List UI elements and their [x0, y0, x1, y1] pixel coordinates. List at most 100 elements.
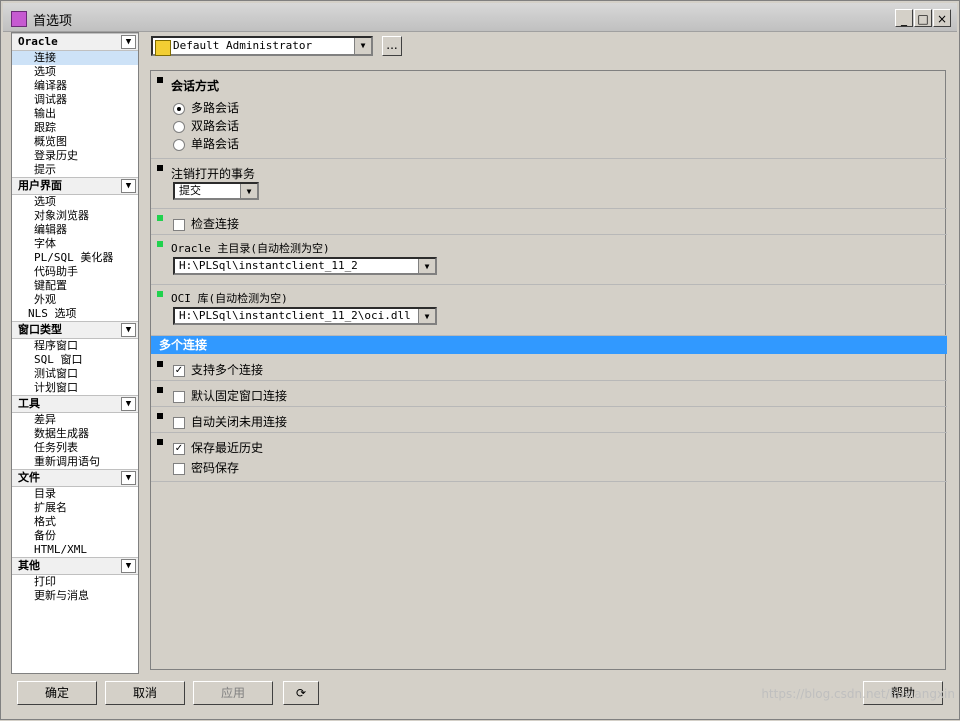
sidebar-item[interactable]: 任务列表 [12, 441, 138, 455]
select-value: H:\PLSql\instantclient_11_2 [179, 259, 358, 272]
sidebar-group-header[interactable]: Oracle ▼ [12, 33, 138, 51]
sidebar-item[interactable]: 更新与消息 [12, 589, 138, 603]
section-marker [157, 241, 163, 247]
checkbox-box[interactable]: ✓ [173, 364, 185, 377]
maximize-button[interactable]: □ [914, 9, 932, 27]
apply-button[interactable]: 应用 [193, 681, 273, 705]
auto-close-unused-checkbox[interactable]: 自动关闭未用连接 [173, 413, 287, 430]
settings-panel: 会话方式 多路会话 双路会话 单路会话 注销打开的事务 提交 ▼ 检查连接 Or… [150, 70, 947, 670]
chevron-down-icon[interactable]: ▼ [418, 259, 435, 273]
sidebar-item[interactable]: 计划窗口 [12, 381, 138, 395]
checkbox-box[interactable]: ✓ [173, 442, 185, 455]
watermark: https://blog.csdn.net/liuxiangxin [761, 687, 955, 701]
preferences-window: 首选项 _ □ × Oracle ▼ 连接 选项 编译器 调试器 输出 跟踪 概览图 登录历史 提示… [0, 0, 960, 720]
session-mode-section: 会话方式 多路会话 双路会话 单路会话 [151, 71, 947, 159]
logout-transactions-title: 注销打开的事务 [171, 167, 256, 181]
radio-button[interactable] [173, 120, 185, 133]
check-connection-checkbox[interactable]: 检查连接 [173, 215, 239, 232]
radio-button[interactable] [173, 138, 185, 151]
history-section: ✓ 保存最近历史 密码保存 [151, 433, 947, 482]
checkbox-box[interactable] [173, 390, 185, 403]
support-multi-connection-checkbox[interactable]: ✓ 支持多个连接 [173, 361, 263, 378]
sidebar-item[interactable]: 测试窗口 [12, 367, 138, 381]
sidebar-group-header[interactable]: 文件 ▼ [12, 469, 138, 487]
fixed-window-connection-checkbox[interactable]: 默认固定窗口连接 [173, 387, 287, 404]
refresh-icon[interactable]: ⟳ [283, 681, 319, 705]
chevron-down-icon[interactable]: ▼ [121, 179, 136, 193]
sidebar-item[interactable]: 数据生成器 [12, 427, 138, 441]
sidebar-item[interactable]: 字体 [12, 237, 138, 251]
session-mode-title: 会话方式 [171, 79, 220, 93]
oci-library-select[interactable]: H:\PLSql\instantclient_11_2\oci.dll ▼ [173, 307, 437, 325]
sidebar-item[interactable]: 备份 [12, 529, 138, 543]
sidebar-item[interactable]: 代码助手 [12, 265, 138, 279]
profile-value: Default Administrator [173, 39, 313, 52]
checkbox-box[interactable] [173, 218, 185, 231]
section-marker [157, 165, 163, 171]
multi-connection-header: 多个连接 [151, 336, 947, 354]
oracle-home-section: Oracle 主目录(自动检测为空) H:\PLSql\instantclien… [151, 235, 947, 285]
radio-multi-session[interactable]: 多路会话 [173, 99, 239, 116]
chevron-down-icon[interactable]: ▼ [121, 471, 136, 485]
sidebar-item[interactable]: 程序窗口 [12, 339, 138, 353]
sidebar-item[interactable]: 编辑器 [12, 223, 138, 237]
sidebar-item[interactable]: 连接 [12, 51, 138, 65]
chevron-down-icon[interactable]: ▼ [121, 559, 136, 573]
sidebar-group-header[interactable]: 窗口类型 ▼ [12, 321, 138, 339]
checkbox-label: 密码保存 [191, 461, 240, 475]
checkbox-box[interactable] [173, 462, 185, 475]
section-marker [157, 291, 163, 297]
sidebar-item[interactable]: 外观 [12, 293, 138, 307]
sidebar-item[interactable]: 对象浏览器 [12, 209, 138, 223]
sidebar-group-header[interactable]: 工具 ▼ [12, 395, 138, 413]
sidebar-group-header[interactable]: 其他 ▼ [12, 557, 138, 575]
app-icon [11, 11, 27, 27]
save-password-checkbox[interactable]: 密码保存 [173, 459, 239, 476]
section-marker [157, 413, 163, 419]
sidebar-item[interactable]: 登录历史 [12, 149, 138, 163]
sidebar-item[interactable]: PL/SQL 美化器 [12, 251, 138, 265]
sidebar-item[interactable]: 选项 [12, 65, 138, 79]
sidebar-item[interactable]: NLS 选项 [12, 307, 138, 321]
profile-select[interactable]: Default Administrator ▼ [151, 36, 373, 56]
sidebar-item[interactable]: 键配置 [12, 279, 138, 293]
profile-options-button[interactable]: ... [382, 36, 402, 56]
sidebar-item[interactable]: 格式 [12, 515, 138, 529]
sidebar-item[interactable]: 选项 [12, 195, 138, 209]
close-button[interactable]: × [933, 9, 951, 27]
sidebar-item[interactable]: 概览图 [12, 135, 138, 149]
sidebar-item[interactable]: 提示 [12, 163, 138, 177]
radio-button[interactable] [173, 102, 185, 115]
sidebar-item[interactable]: 跟踪 [12, 121, 138, 135]
title-bar: 首选项 _ □ × [3, 3, 957, 32]
chevron-down-icon[interactable]: ▼ [418, 309, 435, 323]
sidebar-item[interactable]: 编译器 [12, 79, 138, 93]
radio-dual-session[interactable]: 双路会话 [173, 117, 239, 134]
check-connection-section: 检查连接 [151, 209, 947, 235]
ok-button[interactable]: 确定 [17, 681, 97, 705]
chevron-down-icon[interactable]: ▼ [354, 38, 371, 54]
chevron-down-icon[interactable]: ▼ [121, 35, 136, 49]
sidebar-item[interactable]: 输出 [12, 107, 138, 121]
logout-transactions-select[interactable]: 提交 ▼ [173, 182, 259, 200]
sidebar-item[interactable]: 重新调用语句 [12, 455, 138, 469]
sidebar-item[interactable]: 目录 [12, 487, 138, 501]
chevron-down-icon[interactable]: ▼ [240, 184, 257, 198]
chevron-down-icon[interactable]: ▼ [121, 397, 136, 411]
oracle-home-select[interactable]: H:\PLSql\instantclient_11_2 ▼ [173, 257, 437, 275]
sidebar-item[interactable]: HTML/XML [12, 543, 138, 557]
checkbox-box[interactable] [173, 416, 185, 429]
chevron-down-icon[interactable]: ▼ [121, 323, 136, 337]
sidebar-item[interactable]: 扩展名 [12, 501, 138, 515]
sidebar-item[interactable]: 调试器 [12, 93, 138, 107]
save-recent-history-checkbox[interactable]: ✓ 保存最近历史 [173, 439, 263, 456]
minimize-button[interactable]: _ [895, 9, 913, 27]
logout-transactions-section: 注销打开的事务 提交 ▼ [151, 159, 947, 209]
profile-toolbar: Default Administrator ▼ ... [151, 36, 947, 62]
sidebar-group-header[interactable]: 用户界面 ▼ [12, 177, 138, 195]
radio-single-session[interactable]: 单路会话 [173, 135, 239, 152]
cancel-button[interactable]: 取消 [105, 681, 185, 705]
sidebar-item[interactable]: SQL 窗口 [12, 353, 138, 367]
sidebar-item[interactable]: 打印 [12, 575, 138, 589]
sidebar-item[interactable]: 差异 [12, 413, 138, 427]
